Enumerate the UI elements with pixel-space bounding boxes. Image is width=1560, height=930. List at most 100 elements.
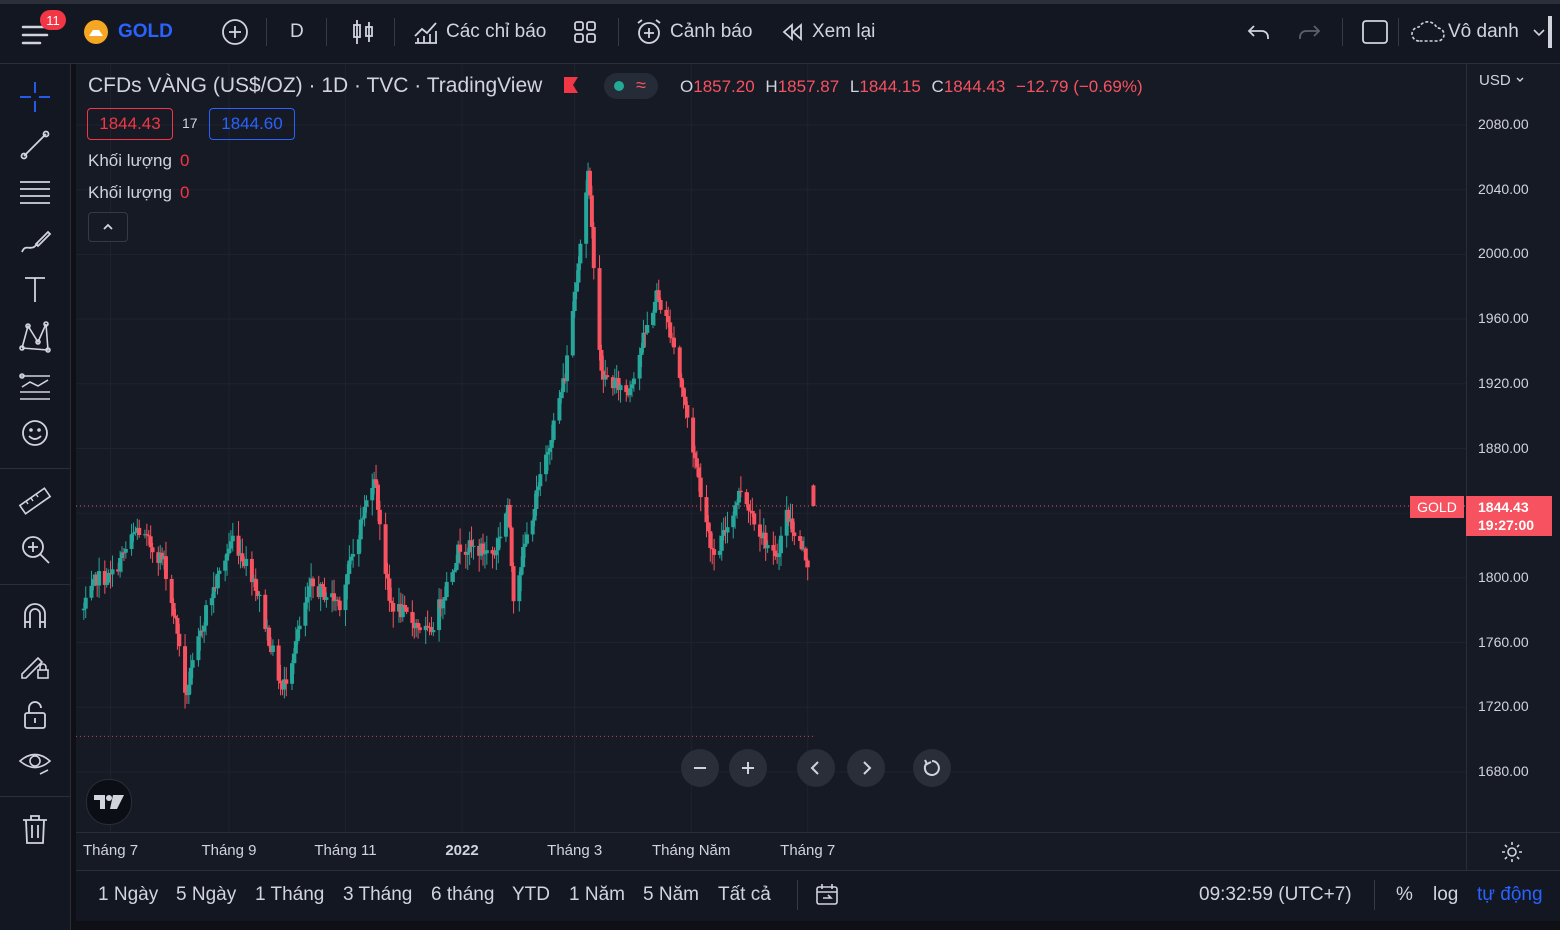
fib-retracement-icon[interactable] [16,174,54,212]
date-range-button[interactable] [814,882,840,913]
candle-body [291,653,296,664]
sell-price-button[interactable]: 1844.43 [87,108,173,140]
candle [437,588,442,642]
candle [719,522,724,561]
symbol-title[interactable]: CFDs VÀNG (US$/OZ) · 1D · TVC · TradingV… [88,74,542,98]
undo-button[interactable] [1246,16,1272,48]
candle [784,496,789,548]
range-button[interactable]: 6 tháng [431,884,494,906]
candle-body [297,625,302,630]
reset-chart-button[interactable] [913,749,951,787]
currency-selector[interactable]: USD [1479,72,1525,89]
candle-body [91,579,96,586]
alarm-clock-plus-icon [637,19,661,44]
candle [290,659,295,691]
percent-scale-toggle[interactable]: % [1396,884,1413,906]
candle-body [507,504,512,528]
price-tick-label: 2000.00 [1478,245,1529,262]
time-tick-label: Tháng 9 [201,842,257,859]
chart-type-button[interactable] [350,16,376,48]
eye-visibility-icon[interactable] [16,744,54,782]
auto-scale-toggle[interactable]: tự động [1477,884,1543,906]
emoji-icon[interactable] [16,414,54,452]
range-button[interactable]: 1 Tháng [255,884,324,906]
zoom-out-button[interactable] [681,749,719,787]
candle-body [658,300,663,310]
candle-body [672,337,677,348]
candle-body [570,310,575,356]
zoom-in-icon[interactable] [16,530,54,568]
candle-body [404,607,409,612]
layout-select-button[interactable] [1360,16,1390,48]
range-button[interactable]: 5 Năm [643,884,699,906]
collapse-legend-button[interactable] [88,212,128,242]
flag-icon[interactable] [562,76,580,94]
candle-body [545,451,550,455]
candle [163,541,168,591]
time-tick-label: Tháng 7 [83,842,139,859]
brush-icon[interactable] [16,222,54,260]
candle-body [698,477,703,498]
indicators-button[interactable]: Các chỉ báo [412,16,546,48]
candle-body [228,541,233,549]
ruler-icon[interactable] [16,482,54,520]
replay-button[interactable]: Xem lại [780,16,875,48]
volume-legend-1[interactable]: Khối lượng 0 [88,151,189,171]
range-button[interactable]: YTD [512,884,550,906]
candle-body [651,312,655,325]
candle-body [557,398,562,421]
forecast-tool-icon[interactable] [16,366,54,404]
scroll-left-button[interactable] [797,749,835,787]
settings-gear-icon[interactable] [1501,841,1523,863]
volume-legend-2[interactable]: Khối lượng 0 [88,183,189,203]
price-tick-label: 1760.00 [1478,633,1529,650]
candle-body [605,375,610,378]
candle-body [431,630,436,633]
toolbar-divider [1398,18,1399,46]
alerts-button[interactable]: Cảnh báo [634,16,752,48]
save-layout-button[interactable]: Vô danh [1410,16,1547,48]
range-button[interactable]: Tất cả [718,884,771,906]
compare-add-symbol-button[interactable] [220,16,250,48]
interval-button[interactable]: D [290,16,304,48]
market-status-pill[interactable]: ≈ [604,73,658,99]
cloud-icon [1411,21,1445,42]
clock-timezone[interactable]: 09:32:59 (UTC+7) [1199,884,1352,906]
candle-body [163,556,168,579]
chart-pane[interactable] [76,64,1466,832]
lock-drawing-pencil-icon[interactable] [16,646,54,684]
candle-body [267,627,272,646]
candle [183,634,188,709]
candle [624,379,629,402]
range-button[interactable]: 1 Năm [569,884,625,906]
magnet-icon[interactable] [16,596,54,634]
toolbar-divider [1342,18,1343,46]
price-tick-label: 2080.00 [1478,116,1529,132]
symbol-search-button[interactable]: GOLD [84,16,173,48]
candle-body [744,492,749,505]
log-scale-toggle[interactable]: log [1433,884,1458,906]
pattern-xabcd-icon[interactable] [16,318,54,356]
candle [410,600,415,637]
candle-body [710,547,715,550]
ohlc-values: O1857.20 H1857.87 L1844.15 C1844.43 −12.… [680,77,1143,97]
candle-body [362,506,367,519]
range-button[interactable]: 1 Ngày [98,884,158,906]
price-tick-label: 1920.00 [1478,374,1529,391]
scroll-right-button[interactable] [847,749,885,787]
zoom-in-button[interactable] [729,749,767,787]
redo-button[interactable] [1296,16,1322,48]
range-button[interactable]: 3 Tháng [343,884,412,906]
lock-all-drawings-icon[interactable] [16,696,54,734]
text-tool-icon[interactable] [16,270,54,308]
trash-icon[interactable] [16,810,54,848]
range-button[interactable]: 5 Ngày [176,884,236,906]
candle [110,555,115,587]
templates-button[interactable] [572,16,598,48]
crosshair-icon[interactable] [16,78,54,116]
buy-price-button[interactable]: 1844.60 [209,108,295,140]
candle [444,572,449,601]
tradingview-logo[interactable] [86,779,132,825]
trend-line-icon[interactable] [16,126,54,164]
time-axis[interactable] [76,832,1466,871]
